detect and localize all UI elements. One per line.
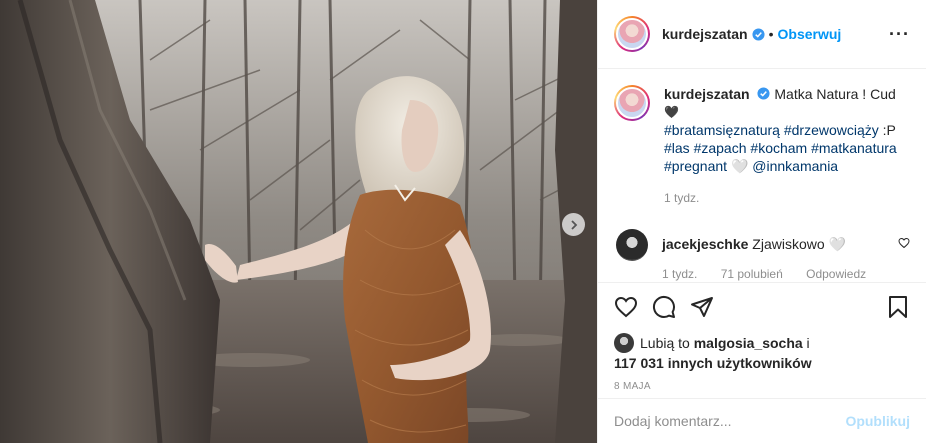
share-button[interactable] xyxy=(690,295,714,319)
comment-meta: 1 tydz. 71 polubień Odpowiedz xyxy=(662,265,898,282)
action-bar xyxy=(614,293,910,321)
caption-age: 1 tydz. xyxy=(664,191,700,205)
chevron-right-icon xyxy=(570,219,577,230)
hashtag-link[interactable]: #kocham xyxy=(750,140,807,156)
liker-username[interactable]: malgosia_socha xyxy=(694,335,803,351)
author-avatar[interactable] xyxy=(614,16,650,52)
verified-badge-icon xyxy=(752,27,765,41)
comment-emoji: 🤍 xyxy=(828,236,846,252)
likes-summary: Lubią to malgosia_socha i xyxy=(614,333,910,353)
caption-text: Matka Natura ! Cud xyxy=(774,86,896,102)
author-username[interactable]: kurdejszatan xyxy=(662,26,748,42)
hashtag-link[interactable]: #las xyxy=(664,140,690,156)
caption-avatar[interactable] xyxy=(614,85,650,121)
hashtag-link[interactable]: #matkanatura xyxy=(811,140,897,156)
heart-icon[interactable] xyxy=(898,237,910,249)
hashtag-link[interactable]: #bratamsięznaturą xyxy=(664,122,780,138)
caption-emoji-2: 🤍 xyxy=(730,158,749,174)
comment-icon xyxy=(652,295,675,318)
comment-likes[interactable]: 71 polubień xyxy=(721,267,783,281)
hashtag-link[interactable]: #drzewowciąży xyxy=(784,122,879,138)
likes-others-link[interactable]: 117 031 innych użytkowników xyxy=(614,355,910,371)
save-button[interactable] xyxy=(886,295,910,319)
like-button[interactable] xyxy=(614,295,638,319)
add-comment-bar: Opublikuj xyxy=(598,398,926,443)
follow-button[interactable]: Obserwuj xyxy=(778,26,842,42)
comment-input[interactable] xyxy=(614,413,846,429)
caption: kurdejszatan Matka Natura ! Cud 🖤 #brata… xyxy=(614,85,910,207)
share-icon xyxy=(691,297,713,317)
caption-text-tail: :P xyxy=(878,122,896,138)
caption-emoji: 🖤 xyxy=(664,105,679,119)
verified-badge-icon xyxy=(757,87,771,100)
hashtag-link[interactable]: #zapach xyxy=(694,140,747,156)
comment-item: jacekjeschke Zjawiskowo 🤍 1 tydz. 71 pol… xyxy=(614,229,910,282)
commenter-avatar[interactable] xyxy=(616,229,648,261)
post-side-panel: kurdejszatan • Obserwuj ··· kurdejszatan xyxy=(597,0,926,443)
heart-icon xyxy=(614,296,638,318)
publish-button[interactable]: Opublikuj xyxy=(845,413,910,429)
comment-age: 1 tydz. xyxy=(662,267,698,281)
comments-list: kurdejszatan Matka Natura ! Cud 🖤 #brata… xyxy=(598,69,926,282)
comment-button[interactable] xyxy=(652,295,676,319)
next-photo-button[interactable] xyxy=(562,213,585,236)
more-options-icon[interactable]: ··· xyxy=(889,25,910,43)
separator-dot: • xyxy=(768,26,774,42)
bookmark-icon xyxy=(889,296,907,318)
comment-username[interactable]: jacekjeschke xyxy=(662,236,748,252)
instagram-post: kurdejszatan • Obserwuj ··· kurdejszatan xyxy=(0,0,926,443)
comment-text: Zjawiskowo xyxy=(752,236,825,252)
post-date[interactable]: 8 MAJA xyxy=(614,381,910,392)
liker-avatar[interactable] xyxy=(614,333,634,353)
caption-username[interactable]: kurdejszatan xyxy=(664,86,750,102)
reply-button[interactable]: Odpowiedz xyxy=(806,267,866,281)
post-header: kurdejszatan • Obserwuj ··· xyxy=(598,0,926,69)
hashtag-link[interactable]: #pregnant xyxy=(664,158,727,174)
likes-conj: i xyxy=(806,335,810,351)
post-photo[interactable] xyxy=(0,0,597,443)
post-actions-area: Lubią to malgosia_socha i 117 031 innych… xyxy=(598,282,926,392)
likes-prefix: Lubią to xyxy=(640,335,690,351)
mention-link[interactable]: @innkamania xyxy=(752,158,838,174)
forest-photo xyxy=(0,0,597,443)
